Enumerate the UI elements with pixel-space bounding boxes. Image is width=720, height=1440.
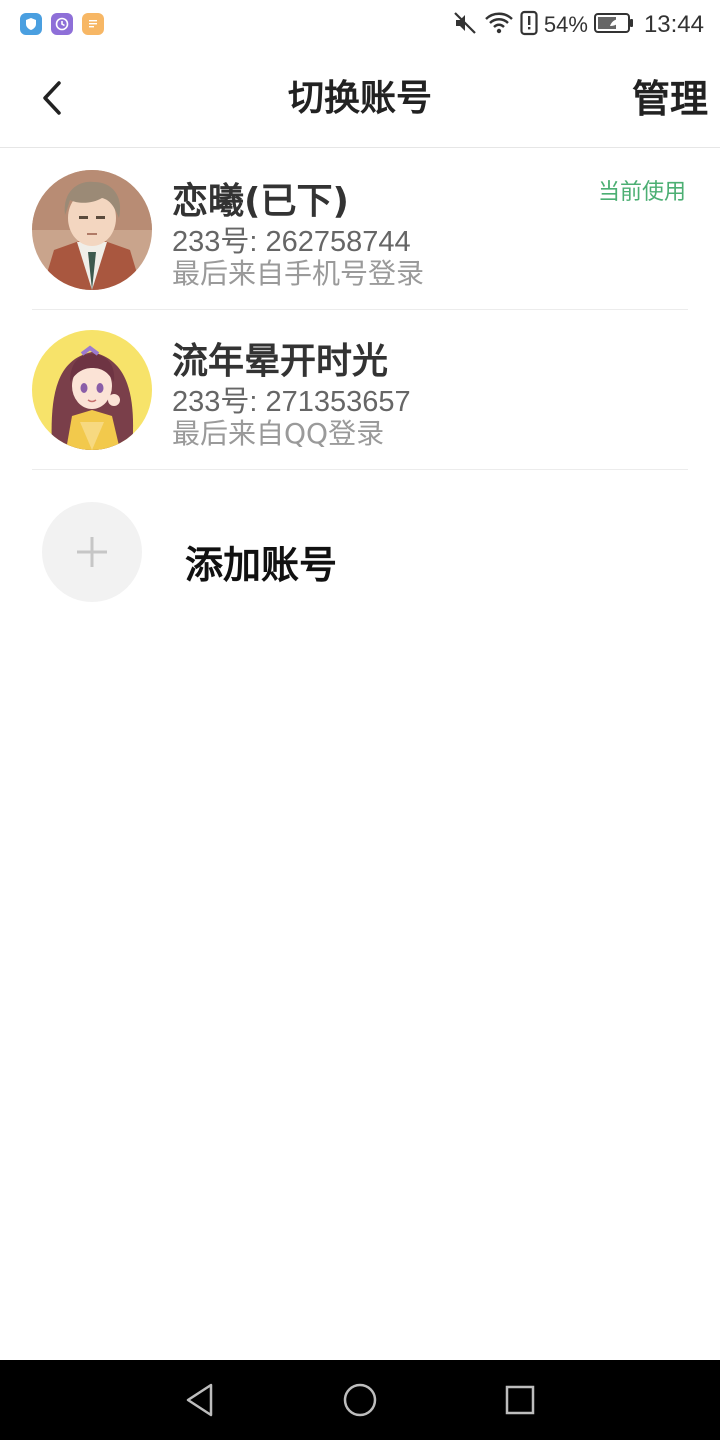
status-time: 13:44	[643, 11, 704, 38]
note-app-icon	[82, 13, 104, 35]
anime-boy-avatar	[32, 170, 152, 290]
account-item[interactable]: 恋曦(已下) 233号: 262758744 最后来自手机号登录 当前使用	[0, 150, 720, 310]
plus-icon	[77, 537, 107, 567]
back-button[interactable]	[30, 76, 74, 120]
battery-percent: 54%	[543, 12, 588, 37]
wifi-icon	[484, 10, 514, 40]
current-account-badge: 当前使用	[597, 180, 686, 205]
recents-square-icon	[505, 1385, 535, 1415]
system-status: 54% 13:44	[452, 10, 704, 40]
account-login-source: 最后来自QQ登录	[172, 417, 385, 450]
app-header: 切换账号 管理	[0, 50, 720, 148]
add-account-circle	[42, 502, 142, 602]
account-name: 流年晕开时光	[172, 341, 389, 382]
account-login-source: 最后来自手机号登录	[172, 257, 425, 290]
battery-icon	[593, 12, 634, 38]
status-bar: 54% 13:44	[0, 0, 720, 50]
nav-recents-button[interactable]	[500, 1380, 540, 1420]
shield-app-icon	[20, 13, 42, 35]
navigation-bar	[0, 1360, 720, 1440]
back-triangle-icon	[186, 1383, 213, 1417]
notification-icons	[20, 13, 104, 35]
page-title: 切换账号	[287, 78, 432, 119]
account-item[interactable]: 流年晕开时光 233号: 271353657 最后来自QQ登录	[0, 310, 720, 470]
alert-icon	[520, 10, 538, 40]
add-account-button[interactable]: 添加账号	[0, 472, 720, 632]
anime-girl-avatar	[32, 330, 152, 450]
nav-back-button[interactable]	[180, 1380, 220, 1420]
account-name: 恋曦(已下)	[172, 181, 349, 222]
nav-home-button[interactable]	[340, 1380, 380, 1420]
clock-app-icon	[51, 13, 73, 35]
add-account-label: 添加账号	[185, 543, 338, 587]
mute-icon	[452, 10, 478, 40]
chevron-left-icon	[43, 81, 61, 115]
home-circle-icon	[343, 1383, 377, 1417]
manage-button[interactable]: 管理	[632, 50, 708, 148]
divider	[32, 469, 688, 470]
